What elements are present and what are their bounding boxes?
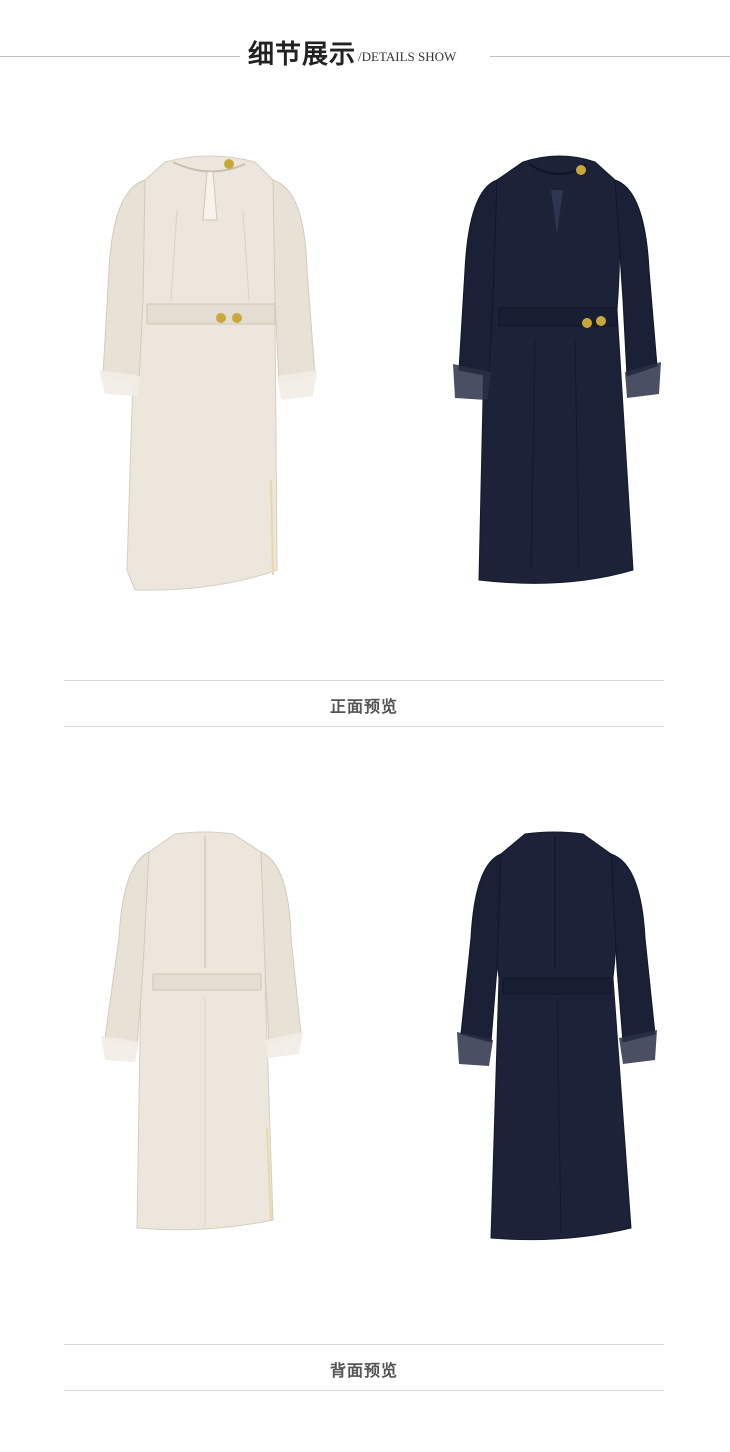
- caption-bottom-divider: [64, 726, 664, 727]
- header-divider-right: [490, 56, 730, 57]
- caption-bottom-divider: [64, 1390, 664, 1391]
- navy-dress-front-image: [445, 150, 675, 595]
- ivory-dress-front-image: [95, 150, 325, 595]
- front-preview-caption: 正面预览: [329, 697, 398, 716]
- header-divider-left: [0, 56, 240, 57]
- caption-top-divider: [64, 1344, 664, 1345]
- navy-dress-back-image: [445, 828, 675, 1248]
- title-english: /DETAILS SHOW: [358, 49, 457, 64]
- back-preview-caption: 背面预览: [329, 1361, 398, 1380]
- ivory-dress-back-image: [95, 828, 325, 1238]
- caption-top-divider: [64, 680, 664, 681]
- page-title: 细节展示 /DETAILS SHOW: [248, 34, 456, 70]
- title-chinese: 细节展示: [248, 40, 357, 70]
